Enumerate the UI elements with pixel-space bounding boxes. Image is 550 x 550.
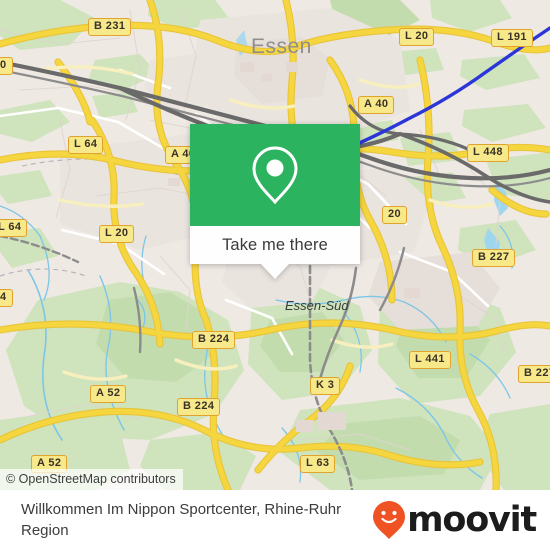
destination-popup[interactable]: Take me there <box>190 124 360 279</box>
map-label-minor: Essen-Süd <box>285 298 349 313</box>
popup-tail <box>261 264 289 279</box>
road-shield: B 224 <box>192 331 236 349</box>
moovit-wordmark: moovit <box>407 499 537 540</box>
road-shield: L 20 <box>99 225 135 243</box>
road-shield: L 20 <box>399 28 435 46</box>
map-label-major: Essen <box>251 35 312 58</box>
road-shield: B 227 <box>472 249 516 267</box>
popup-header <box>190 124 360 226</box>
road-shield: K 3 <box>310 377 341 395</box>
road-shield: A 52 <box>90 385 127 403</box>
footer-bar: Willkommen Im Nippon Sportcenter, Rhine-… <box>0 490 550 550</box>
road-shield: L 64 <box>0 219 28 237</box>
moovit-logo[interactable]: moovit <box>372 500 550 540</box>
road-shield: L 448 <box>467 144 509 162</box>
map-attribution[interactable]: © OpenStreetMap contributors <box>0 469 183 490</box>
road-shield: 4 <box>0 289 13 307</box>
road-shield: 0 <box>0 57 13 75</box>
road-shield: 20 <box>382 206 408 224</box>
place-title: Willkommen Im Nippon Sportcenter, Rhine-… <box>21 501 342 539</box>
road-shield: L 191 <box>491 29 533 47</box>
road-shield: A 40 <box>358 96 395 114</box>
map-pin-icon <box>252 146 298 205</box>
moovit-smiley-pin-icon <box>373 501 406 539</box>
popup-action-label: Take me there <box>222 235 328 254</box>
popup-action[interactable]: Take me there <box>190 226 360 264</box>
road-shield: L 441 <box>409 351 451 369</box>
road-shield: L 63 <box>300 455 336 473</box>
map-screenshot: .ga { fill:#cfe3bd; } .gd { fill:#c3dcae… <box>0 0 550 550</box>
map-canvas[interactable]: .ga { fill:#cfe3bd; } .gd { fill:#c3dcae… <box>0 0 550 490</box>
road-shield: B 224 <box>177 398 221 416</box>
road-shield: L 64 <box>68 136 104 154</box>
road-shield: B 231 <box>88 18 132 36</box>
road-shield: B 227 <box>518 365 550 383</box>
